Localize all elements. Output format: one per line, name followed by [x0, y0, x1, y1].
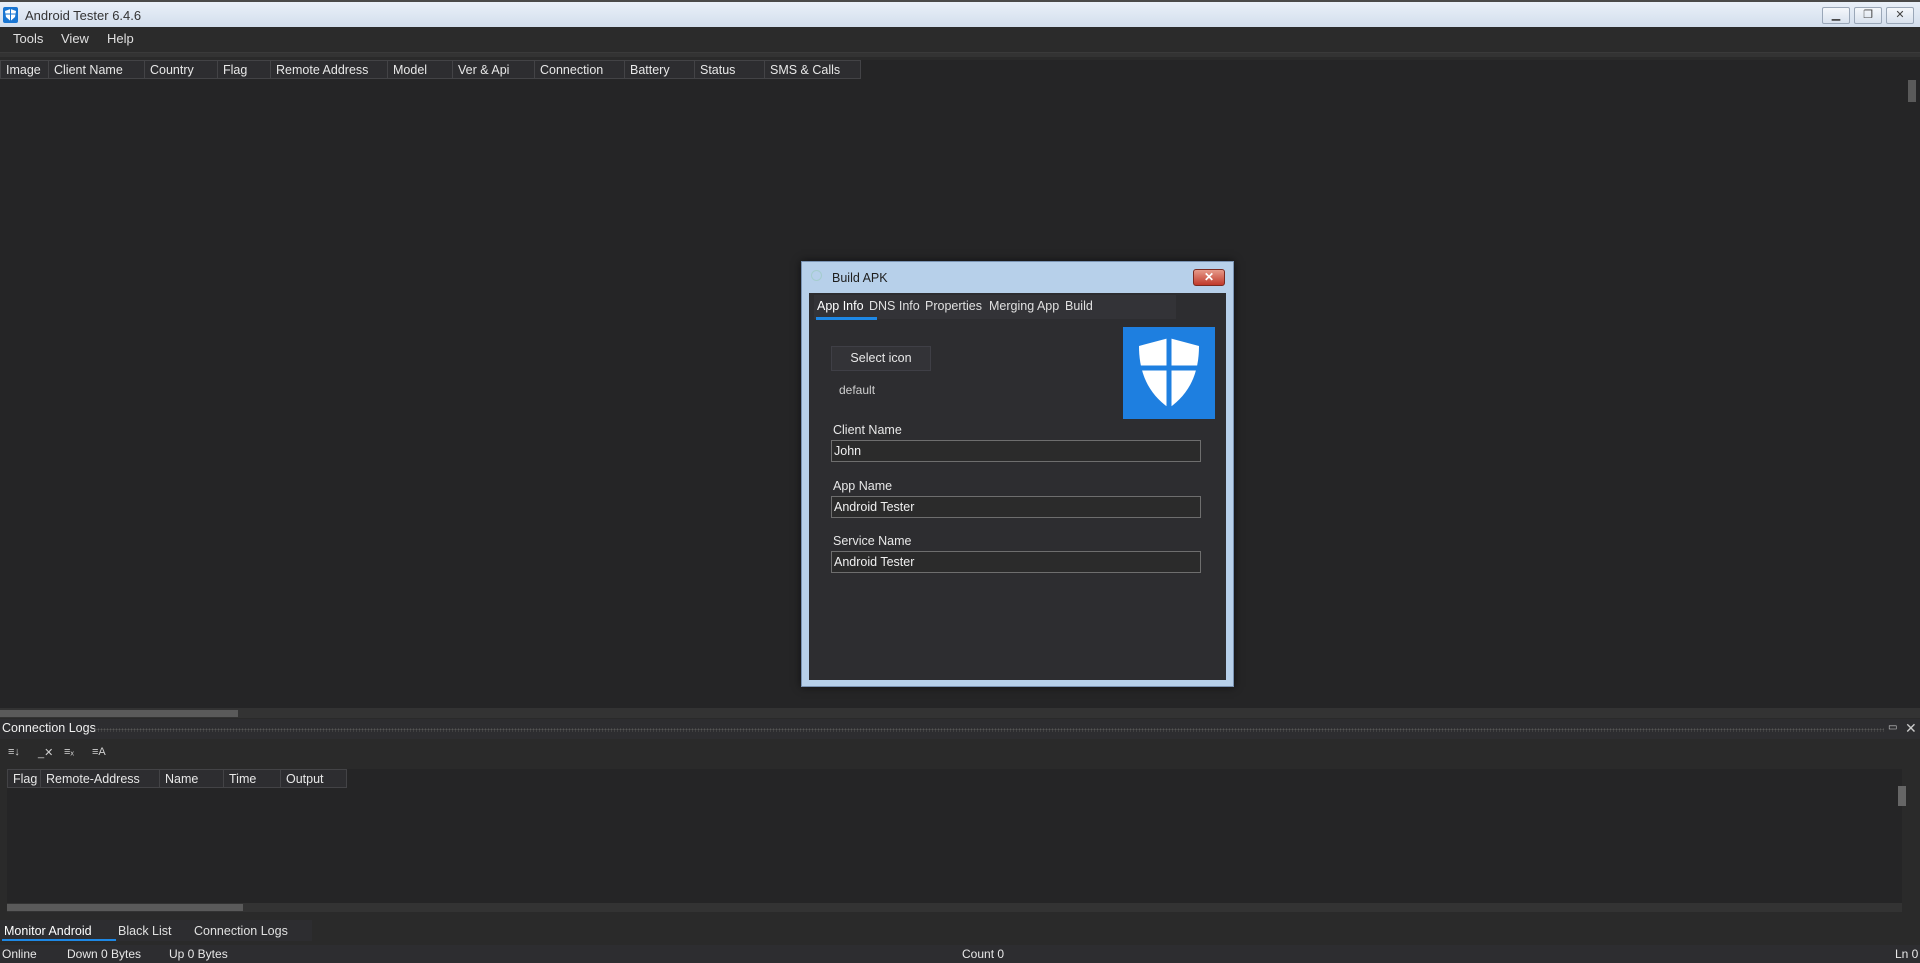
tab-app-info[interactable]: App Info — [817, 299, 864, 313]
column-ver-api[interactable]: Ver & Api — [453, 60, 535, 79]
connection-logs-panel-header: Connection Logs ▭ ✕ — [0, 719, 1920, 739]
menu-tools[interactable]: Tools — [13, 31, 43, 46]
dialog-close-button[interactable]: ✕ — [1193, 269, 1225, 286]
tab-properties[interactable]: Properties — [925, 299, 982, 313]
column-client-name[interactable]: Client Name — [49, 60, 145, 79]
service-name-label: Service Name — [833, 534, 912, 548]
connection-logs-title: Connection Logs — [2, 721, 96, 735]
column-remote-address[interactable]: Remote Address — [271, 60, 388, 79]
logs-vertical-scrollbar[interactable] — [1898, 786, 1906, 806]
logs-horizontal-scroll-thumb[interactable] — [7, 904, 243, 911]
menu-bar: Tools View Help — [0, 27, 1920, 52]
logs-toolbar: ≡↓ _✕ ≡ₓ ≡A — [0, 746, 200, 766]
menu-help[interactable]: Help — [107, 31, 134, 46]
app-name-label: App Name — [833, 479, 893, 493]
window-titlebar: Android Tester 6.4.6 ▁ ❐ ✕ — [0, 0, 1920, 27]
logs-column-name[interactable]: Name — [160, 769, 224, 788]
client-grid-header: Image Client Name Country Flag Remote Ad… — [0, 60, 861, 79]
toolbar-separator — [0, 52, 1920, 57]
connection-logs-grid[interactable]: Flag Remote-Address Name Time Output — [7, 769, 1902, 903]
clear-all-icon[interactable]: ≡ₓ — [64, 746, 80, 762]
status-online: Online — [2, 947, 37, 961]
select-icon-button[interactable]: Select icon — [831, 346, 931, 371]
bottom-tabstrip: Monitor Android Black List Connection Lo… — [0, 920, 312, 941]
restore-button[interactable]: ❐ — [1854, 7, 1882, 24]
logs-column-output[interactable]: Output — [281, 769, 347, 788]
logs-horizontal-scrollbar[interactable] — [7, 903, 1902, 912]
grid-vertical-scrollbar[interactable] — [1908, 80, 1916, 102]
status-down-bytes: Down 0 Bytes — [67, 947, 142, 961]
minimize-button[interactable]: ▁ — [1822, 7, 1850, 24]
panel-drag-grip[interactable] — [94, 728, 1884, 732]
status-bar: Online Down 0 Bytes Up 0 Bytes Count 0 L… — [0, 945, 1920, 963]
status-line: Ln 0 — [1895, 947, 1919, 961]
menu-view[interactable]: View — [61, 31, 89, 46]
client-name-input[interactable] — [831, 440, 1201, 462]
dialog-title: Build APK — [832, 271, 888, 285]
service-name-input[interactable] — [831, 551, 1201, 573]
active-tab-indicator — [816, 317, 877, 320]
column-connection[interactable]: Connection — [535, 60, 625, 79]
app-name-input[interactable] — [831, 496, 1201, 518]
tab-build[interactable]: Build — [1065, 299, 1093, 313]
column-image[interactable]: Image — [0, 60, 49, 79]
grid-horizontal-scroll-thumb[interactable] — [0, 710, 238, 717]
logs-grid-header: Flag Remote-Address Name Time Output — [7, 769, 347, 788]
tab-monitor-android[interactable]: Monitor Android — [4, 924, 92, 938]
column-country[interactable]: Country — [145, 60, 218, 79]
logs-column-remote-address[interactable]: Remote-Address — [41, 769, 160, 788]
tab-dns-info[interactable]: DNS Info — [869, 299, 920, 313]
status-up-bytes: Up 0 Bytes — [169, 947, 228, 961]
dialog-app-icon — [811, 270, 822, 281]
panel-close-icon[interactable]: ✕ — [1905, 720, 1917, 737]
clear-icon[interactable]: _✕ — [38, 746, 54, 762]
sort-alpha-icon[interactable]: ≡A — [92, 746, 108, 762]
icon-preview — [1123, 327, 1215, 419]
column-status[interactable]: Status — [695, 60, 765, 79]
grid-horizontal-scrollbar[interactable] — [0, 708, 1920, 718]
logs-column-flag[interactable]: Flag — [7, 769, 41, 788]
column-battery[interactable]: Battery — [625, 60, 695, 79]
icon-name-label: default — [839, 383, 876, 397]
window-title: Android Tester 6.4.6 — [25, 8, 142, 23]
active-bottom-tab-indicator — [2, 939, 116, 941]
tab-black-list[interactable]: Black List — [118, 924, 172, 938]
close-window-button[interactable]: ✕ — [1886, 7, 1914, 24]
tab-connection-logs[interactable]: Connection Logs — [194, 924, 288, 938]
dialog-tabstrip: App Info DNS Info Properties Merging App… — [814, 295, 1176, 319]
dialog-body: App Info DNS Info Properties Merging App… — [809, 293, 1226, 680]
column-sms-calls[interactable]: SMS & Calls — [765, 60, 861, 79]
build-apk-dialog: Build APK ✕ App Info DNS Info Properties… — [801, 261, 1234, 687]
client-name-label: Client Name — [833, 423, 902, 437]
column-flag[interactable]: Flag — [218, 60, 271, 79]
column-model[interactable]: Model — [388, 60, 453, 79]
shield-icon — [1139, 338, 1199, 408]
app-shield-icon — [3, 7, 18, 23]
tab-merging-app[interactable]: Merging App — [989, 299, 1059, 313]
logs-column-time[interactable]: Time — [224, 769, 281, 788]
status-count: Count 0 — [962, 947, 1005, 961]
panel-maximize-icon[interactable]: ▭ — [1888, 722, 1900, 734]
sort-icon[interactable]: ≡↓ — [8, 746, 24, 762]
